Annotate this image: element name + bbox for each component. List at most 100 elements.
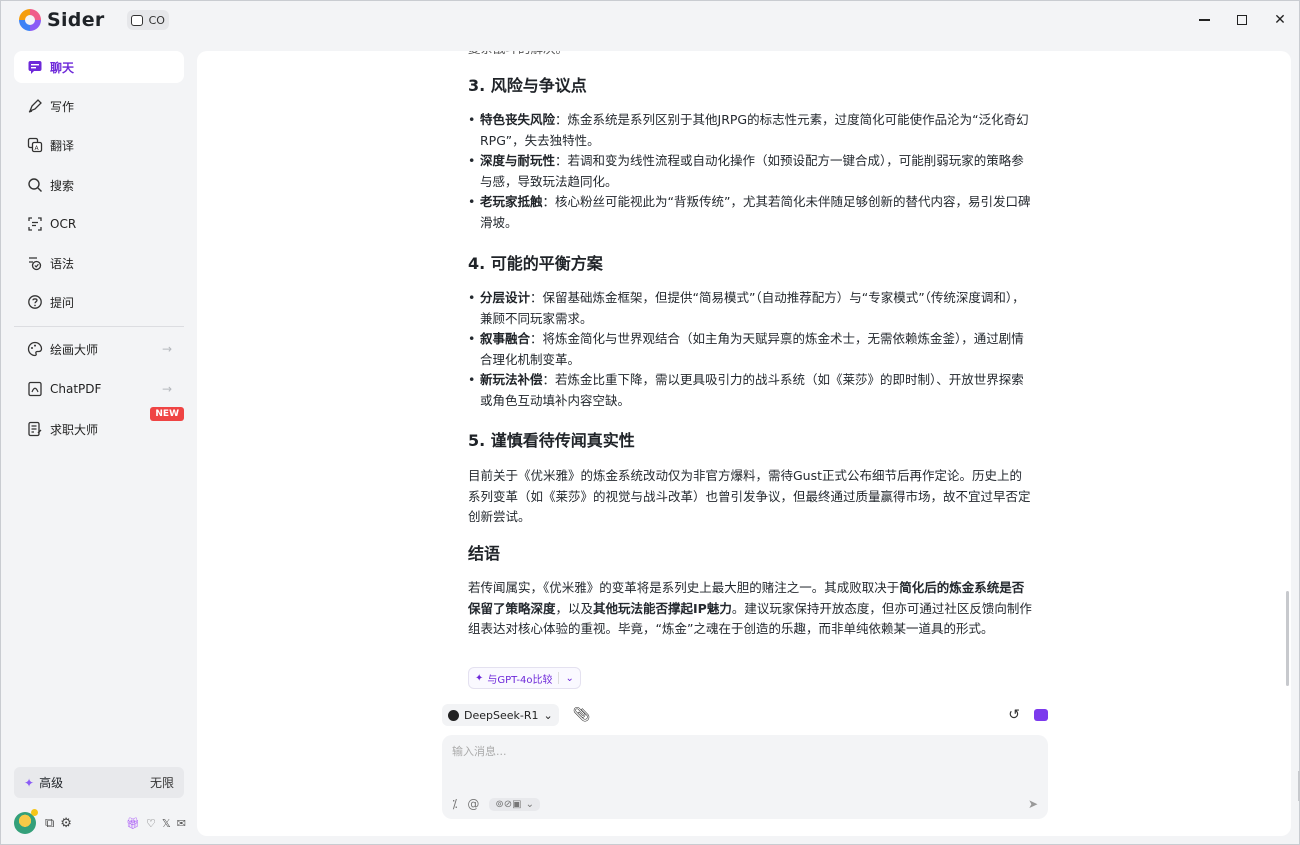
attach-icon[interactable]: 📎︎ xyxy=(573,707,591,723)
list-item: 分层设计：保留基础炼金框架，但提供“简易模式”（自动推荐配方）与“专家模式”（传… xyxy=(468,288,1033,329)
heart-icon[interactable]: ♡ xyxy=(146,817,156,830)
model-name: DeepSeek-R1 xyxy=(464,708,539,722)
section-heading: 结语 xyxy=(468,544,501,563)
sidebar-item-label: 聊天 xyxy=(50,60,75,75)
chevron-down-icon: ⌄ xyxy=(543,708,553,722)
section-heading: 4. 可能的平衡方案 xyxy=(468,254,603,273)
message-input[interactable] xyxy=(452,743,1032,783)
mail-icon[interactable]: ✉ xyxy=(177,817,186,830)
maximize-button[interactable] xyxy=(1223,1,1261,39)
sidebar-item-translate[interactable]: A 翻译 xyxy=(14,129,184,161)
x-twitter-icon[interactable]: 𝕏 xyxy=(162,817,171,830)
history-icon[interactable]: ↺ xyxy=(1008,707,1020,723)
window-controls: ✕ xyxy=(1185,1,1299,39)
clipped-text: 复杂战斗的解决。 xyxy=(468,51,568,60)
sidebar-item-chatpdf[interactable]: ChatPDF → xyxy=(14,373,184,405)
risk-list: 特色丧失风险：炼金系统是系列区别于其他JRPG的标志性元素，过度简化可能使作品沦… xyxy=(468,110,1033,233)
list-item: 叙事融合：将炼金简化与世界观结合（如主角为天赋异禀的炼金术士，无需依赖炼金釜），… xyxy=(468,329,1033,370)
send-icon[interactable]: ➤ xyxy=(1028,797,1038,811)
sidebar: 聊天 写作 A 翻译 搜索 OCR 语法 提问 绘画大师 → ChatPDF →… xyxy=(1,39,197,844)
mention-icon[interactable]: @ xyxy=(467,797,479,811)
close-button[interactable]: ✕ xyxy=(1261,1,1299,39)
compare-label: 与GPT-4o比较 xyxy=(487,674,553,686)
translate-icon: A xyxy=(27,137,43,153)
sidebar-item-job[interactable]: 求职大师 NEW xyxy=(14,407,184,445)
chevron-down-icon[interactable]: ⌄ xyxy=(565,673,573,684)
footer-links: 🎁︎ ♡ 𝕏 ✉ xyxy=(126,817,186,830)
chat-panel: 复杂战斗的解决。 3. 风险与争议点 特色丧失风险：炼金系统是系列区别于其他JR… xyxy=(197,51,1291,836)
balance-list: 分层设计：保留基础炼金框架，但提供“简易模式”（自动推荐配方）与“专家模式”（传… xyxy=(468,288,1033,411)
sider-logo-icon xyxy=(19,9,41,31)
sidebar-item-label: ChatPDF xyxy=(50,382,102,396)
tools-icon: ⊚⊘▣ xyxy=(495,798,522,810)
composer-toolbar: DeepSeek-R1 ⌄ 📎︎ ↺ xyxy=(442,704,1048,726)
workspace-label: CO xyxy=(148,13,165,27)
plan-value: 无限 xyxy=(149,776,174,790)
section-heading: 5. 谨慎看待传闻真实性 xyxy=(468,431,635,450)
plan-status[interactable]: ✦ 高级 无限 xyxy=(14,767,184,798)
avatar[interactable] xyxy=(14,809,38,834)
sidebar-item-chat[interactable]: 聊天 xyxy=(14,51,184,83)
paragraph: 目前关于《优米雅》的炼金系统改动仅为非官方爆料，需待Gust正式公布细节后再作定… xyxy=(468,468,1031,524)
chevron-down-icon: ⌄ xyxy=(525,798,535,810)
search-icon xyxy=(27,177,43,193)
sidebar-item-label: 搜索 xyxy=(50,178,75,193)
list-item: 特色丧失风险：炼金系统是系列区别于其他JRPG的标志性元素，过度简化可能使作品沦… xyxy=(468,110,1033,151)
sidebar-item-ocr[interactable]: OCR xyxy=(14,208,184,240)
close-icon: ✕ xyxy=(1274,12,1286,28)
model-selector[interactable]: DeepSeek-R1 ⌄ xyxy=(442,704,559,726)
sidebar-item-label: OCR xyxy=(50,217,77,231)
minimize-button[interactable] xyxy=(1185,1,1223,39)
conclusion-paragraph: 若传闻属实，《优米雅》的变革将是系列史上最大胆的赌注之一。其成败取决于简化后的炼… xyxy=(468,580,1032,636)
maximize-icon xyxy=(1237,15,1247,25)
deepseek-icon xyxy=(448,709,459,721)
sidebar-item-grammar[interactable]: 语法 xyxy=(14,247,184,279)
sparkle-icon: ✦ xyxy=(475,672,484,684)
pdf-icon xyxy=(27,381,43,397)
toolbar-right: ↺ xyxy=(1008,707,1048,723)
list-item: 老玩家抵触：核心粉丝可能视此为“背叛传统”，尤其若简化未伴随足够创新的替代内容，… xyxy=(468,192,1033,233)
palette-icon xyxy=(27,341,43,357)
sidebar-footer: ⧉ ⚙ 🎁︎ ♡ 𝕏 ✉ xyxy=(14,809,186,835)
message-input-box: ⁒ @ ⊚⊘▣ ⌄ ➤ xyxy=(442,735,1048,819)
grammar-icon xyxy=(27,255,43,271)
new-chat-icon[interactable] xyxy=(1034,709,1048,721)
ocr-scan-icon xyxy=(27,216,43,232)
section-heading: 3. 风险与争议点 xyxy=(468,76,587,95)
sparkle-icon: ✦ xyxy=(24,775,35,790)
sidebar-item-ask[interactable]: 提问 xyxy=(14,286,184,318)
divider xyxy=(558,672,560,684)
new-badge: NEW xyxy=(150,407,184,421)
list-item: 新玩法补偿：若炼金比重下降，需以更具吸引力的战斗系统（如《莱莎》的即时制）、开放… xyxy=(468,370,1033,411)
scrollbar[interactable] xyxy=(1286,591,1289,686)
sidebar-item-label: 语法 xyxy=(50,256,75,271)
sidebar-item-search[interactable]: 搜索 xyxy=(14,169,184,201)
sidebar-toggle-icon xyxy=(130,14,143,26)
compare-model-button[interactable]: ✦ 与GPT-4o比较 ⌄ xyxy=(468,667,581,689)
settings-icon[interactable]: ⚙ xyxy=(60,816,72,831)
sidebar-item-painting[interactable]: 绘画大师 → xyxy=(14,333,184,365)
sidebar-item-write[interactable]: 写作 xyxy=(14,90,184,122)
app-logo: Sider xyxy=(19,9,105,31)
tools-selector[interactable]: ⊚⊘▣ ⌄ xyxy=(489,797,541,811)
list-item: 深度与耐玩性：若调和变为线性流程或自动化操作（如预设配方一键合成），可能削弱玩家… xyxy=(468,151,1033,192)
plan-label: 高级 xyxy=(39,776,64,790)
minimize-icon xyxy=(1198,19,1210,21)
sidebar-item-label: 提问 xyxy=(50,295,75,310)
workspace-toggle[interactable]: CO xyxy=(126,10,169,30)
pen-icon xyxy=(27,98,43,114)
app-name: Sider xyxy=(47,9,105,31)
sidebar-item-label: 写作 xyxy=(50,99,75,114)
sidebar-divider xyxy=(14,326,184,327)
resume-icon xyxy=(27,421,43,437)
devices-icon[interactable]: ⧉ xyxy=(45,816,54,831)
sidebar-item-label: 翻译 xyxy=(50,138,75,153)
arrow-right-icon: → xyxy=(161,382,172,396)
question-icon xyxy=(27,294,43,310)
gift-icon[interactable]: 🎁︎ xyxy=(126,817,140,830)
sidebar-item-label: 求职大师 xyxy=(50,422,99,437)
chat-icon xyxy=(27,59,43,75)
sidebar-item-label: 绘画大师 xyxy=(50,342,99,357)
magic-wand-icon[interactable]: ⁒ xyxy=(452,797,457,811)
title-bar: Sider CO ✕ xyxy=(1,1,1299,39)
